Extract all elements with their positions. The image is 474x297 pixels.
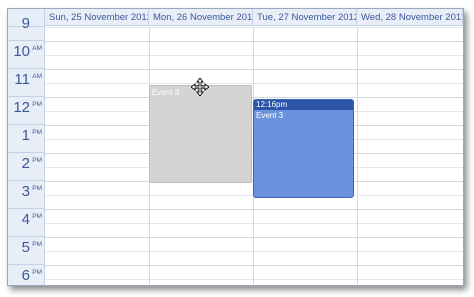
hour-number: 4 (21, 211, 30, 228)
hour-label: 2 PM (8, 153, 44, 181)
half-hour-line (45, 83, 463, 84)
event-3[interactable]: 12:16pm Event 3 (253, 99, 354, 198)
half-hour-line (45, 223, 463, 224)
event-title: Event 3 (256, 111, 284, 120)
hour-number: 1 (21, 127, 30, 144)
hour-line (45, 69, 463, 70)
hour-label: 1 PM (8, 125, 44, 153)
hour-number: 9 (21, 15, 30, 32)
hour-number: 6 (21, 267, 30, 284)
hour-number: 10 (13, 43, 30, 60)
hour-label: 12 PM (8, 97, 44, 125)
day-divider (357, 27, 358, 285)
hour-number: 5 (21, 239, 30, 256)
hour-number: 2 (21, 155, 30, 172)
hour-ampm: AM (32, 73, 42, 80)
half-hour-line (45, 55, 463, 56)
hour-label: 11 AM (8, 69, 44, 97)
hour-label: 3 PM (8, 181, 44, 209)
hour-label: 10 AM (8, 41, 44, 69)
hour-label: 4 PM (8, 209, 44, 237)
half-hour-line (45, 251, 463, 252)
drag-ghost-event: Event 3 (149, 85, 252, 183)
hour-label: 9 (8, 13, 44, 41)
hour-line (45, 97, 463, 98)
hour-ampm: PM (32, 269, 42, 276)
day-header-sun[interactable]: Sun, 25 November 2012 (45, 9, 149, 26)
hour-number: 11 (14, 71, 30, 88)
hour-line (45, 237, 463, 238)
hour-label: 6 PM (8, 265, 44, 285)
hour-number: 3 (21, 183, 30, 200)
hour-ampm: PM (32, 101, 42, 108)
hour-ampm: PM (32, 241, 42, 248)
drag-ghost-title: Event 3 (152, 88, 180, 97)
hour-line (45, 41, 463, 42)
move-cursor-icon (191, 78, 209, 96)
hour-number: 12 (13, 99, 30, 116)
event-time: 12:16pm (254, 100, 353, 110)
hour-ampm: AM (32, 45, 42, 52)
hour-ampm: PM (32, 185, 42, 192)
half-hour-line (45, 27, 463, 28)
hour-line (45, 209, 463, 210)
calendar-view: Sun, 25 November 2012 Mon, 26 November 2… (7, 8, 464, 286)
day-header-mon[interactable]: Mon, 26 November 2012 (149, 9, 253, 26)
day-header-wed[interactable]: Wed, 28 November 2012 (357, 9, 463, 26)
hour-line (45, 265, 463, 266)
hour-ampm: PM (32, 157, 42, 164)
time-column: 9 10 AM 11 AM 12 PM 1 PM 2 PM 3 PM 4 PM (8, 15, 45, 285)
hour-ampm: PM (32, 129, 42, 136)
hour-ampm: PM (32, 213, 42, 220)
day-header-tue[interactable]: Tue, 27 November 2012 (253, 9, 357, 26)
half-hour-line (45, 279, 463, 280)
hour-label: 5 PM (8, 237, 44, 265)
